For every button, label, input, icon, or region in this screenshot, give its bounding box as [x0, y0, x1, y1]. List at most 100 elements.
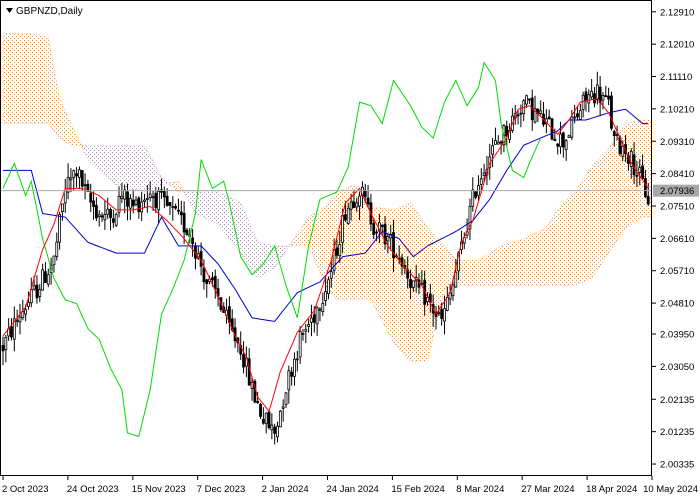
candle-body	[143, 199, 146, 202]
candle-body	[355, 202, 359, 208]
candle-body	[479, 178, 483, 185]
candle-body	[66, 177, 70, 193]
candle-body	[89, 192, 93, 203]
candle-body	[32, 285, 36, 290]
candle-body	[179, 211, 183, 216]
candle-body	[312, 314, 316, 323]
candle-body	[63, 190, 67, 204]
candle-body	[168, 202, 172, 206]
candle-body	[567, 135, 571, 138]
y-tick-label: 2.03950	[660, 330, 694, 341]
candle-body	[471, 189, 475, 207]
candle-body	[318, 308, 322, 311]
y-tick-label: 2.10210	[660, 104, 694, 115]
candle-body	[474, 191, 478, 198]
candle-body	[593, 93, 596, 104]
y-tick-label: 2.04810	[660, 299, 694, 310]
candle-body	[259, 403, 262, 417]
y-tick-label: 2.08410	[660, 169, 694, 180]
candle-body	[97, 214, 101, 218]
candle-body	[363, 189, 367, 198]
candle-body	[587, 94, 591, 104]
ichimoku-chart[interactable]: 2.12910 2.12010 2.11110 2.10210 2.09310 2.084…	[0, 0, 700, 500]
candle-body	[327, 279, 330, 295]
candle-body	[372, 223, 376, 235]
current-price-tag: 2.07936	[653, 184, 699, 197]
candle-body	[24, 309, 28, 315]
candle-body	[75, 173, 78, 177]
candle-body	[213, 276, 217, 290]
candle-body	[191, 237, 195, 245]
candle-body	[72, 170, 76, 178]
candle-body	[646, 195, 650, 205]
y-tick-label: 2.11110	[660, 72, 692, 83]
candle-body	[126, 191, 129, 207]
candle-body	[595, 84, 599, 101]
candle-body	[128, 198, 132, 209]
candle-body	[638, 167, 642, 173]
x-axis: 2 Oct 2023 24 Oct 2023 15 Nov 2023 7 Dec 20…	[2, 476, 698, 495]
y-tick-label: 2.02135	[660, 395, 694, 406]
candle-body	[641, 165, 644, 180]
y-axis: 2.12910 2.12010 2.11110 2.10210 2.09310 2.084…	[652, 7, 694, 471]
candle-body	[366, 197, 370, 205]
candle-body	[18, 316, 22, 323]
candle-body	[35, 284, 39, 299]
candle-body	[437, 312, 441, 315]
symbol-header[interactable]: GBPNZD,Daily	[6, 6, 83, 17]
candle-body	[451, 284, 455, 297]
candle-body	[131, 199, 135, 207]
candle-body	[346, 207, 350, 224]
candle-body	[44, 271, 47, 284]
candle-body	[148, 193, 152, 198]
kumo-bullish-segment	[2, 33, 83, 149]
candle-body	[78, 169, 81, 178]
x-tick-label: 10 May 2024	[643, 484, 698, 495]
candle-body	[559, 133, 562, 148]
candle-body	[315, 307, 319, 325]
candle-body	[584, 91, 588, 102]
candle-body	[635, 174, 639, 177]
candle-body	[205, 279, 209, 284]
candle-body	[307, 324, 311, 327]
candle-body	[151, 196, 155, 199]
y-tick-label: 2.00335	[660, 460, 694, 471]
x-tick-label: 8 Mar 2024	[456, 484, 504, 495]
candle-body	[94, 204, 98, 219]
y-tick-label: 2.12910	[660, 7, 694, 18]
candle-body	[270, 424, 274, 431]
candle-body	[440, 308, 444, 319]
candle-body	[564, 140, 568, 150]
candle-body	[454, 271, 458, 288]
candle-body	[386, 235, 390, 242]
x-tick-label: 2 Oct 2023	[2, 484, 48, 495]
candle-body	[516, 114, 520, 117]
candle-body	[1, 345, 5, 352]
y-tick-label: 2.03050	[660, 362, 694, 373]
candle-body	[590, 90, 594, 98]
candle-body	[604, 95, 608, 98]
candle-body	[281, 406, 285, 409]
candle-body	[154, 192, 158, 208]
candle-body	[80, 170, 84, 187]
y-tick-label: 2.12010	[660, 40, 694, 51]
candle-body	[177, 209, 180, 212]
candle-body	[92, 200, 95, 208]
candle-body	[352, 201, 356, 209]
candle-body	[55, 241, 59, 257]
candle-body	[264, 412, 268, 424]
candle-body	[69, 177, 73, 181]
candle-body	[247, 358, 251, 386]
y-tick-label: 2.07510	[660, 201, 694, 212]
triangle-down-icon[interactable]	[6, 8, 13, 13]
candle-body	[145, 198, 149, 200]
candle-body	[445, 296, 449, 311]
candle-body	[123, 189, 127, 200]
candle-body	[120, 195, 124, 199]
candle-body	[375, 231, 378, 234]
candle-body	[185, 229, 189, 235]
candle-body	[295, 358, 299, 361]
candle-body	[576, 113, 579, 118]
candle-body	[276, 425, 279, 438]
candle-body	[349, 201, 353, 210]
